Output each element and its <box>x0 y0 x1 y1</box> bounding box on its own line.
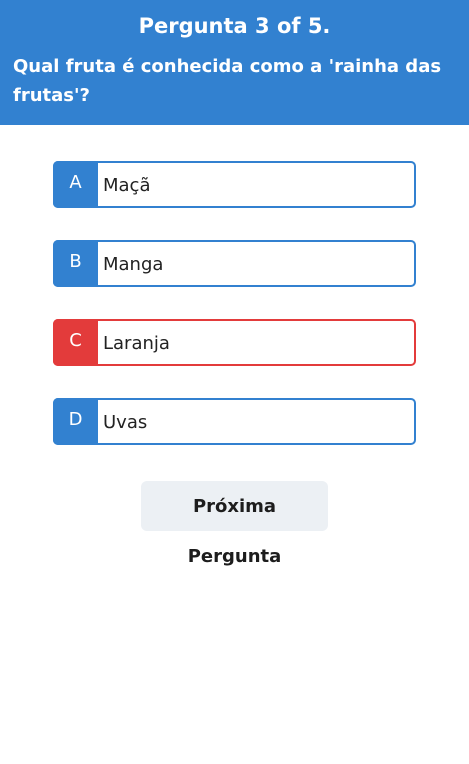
option-letter-badge: B <box>53 240 98 287</box>
option-label: Manga <box>103 254 164 275</box>
next-question-button[interactable]: Próxima Pergunta <box>141 481 328 567</box>
question-header: Pergunta 3 of 5. Qual fruta é conhecida … <box>0 0 469 125</box>
option-label: Uvas <box>103 412 148 433</box>
option-label: Laranja <box>103 333 170 354</box>
option-letter-badge: D <box>53 398 98 445</box>
option-label: Maçã <box>103 175 151 196</box>
option-b[interactable]: B Manga <box>53 240 416 287</box>
option-letter-badge: C <box>53 319 98 366</box>
option-letter-badge: A <box>53 161 98 208</box>
question-text: Qual fruta é conhecida como a 'rainha da… <box>13 56 442 106</box>
question-counter: Pergunta 3 of 5. <box>138 14 331 38</box>
option-d[interactable]: D Uvas <box>53 398 416 445</box>
option-c[interactable]: C Laranja <box>53 319 416 366</box>
option-a[interactable]: A Maçã <box>53 161 416 208</box>
